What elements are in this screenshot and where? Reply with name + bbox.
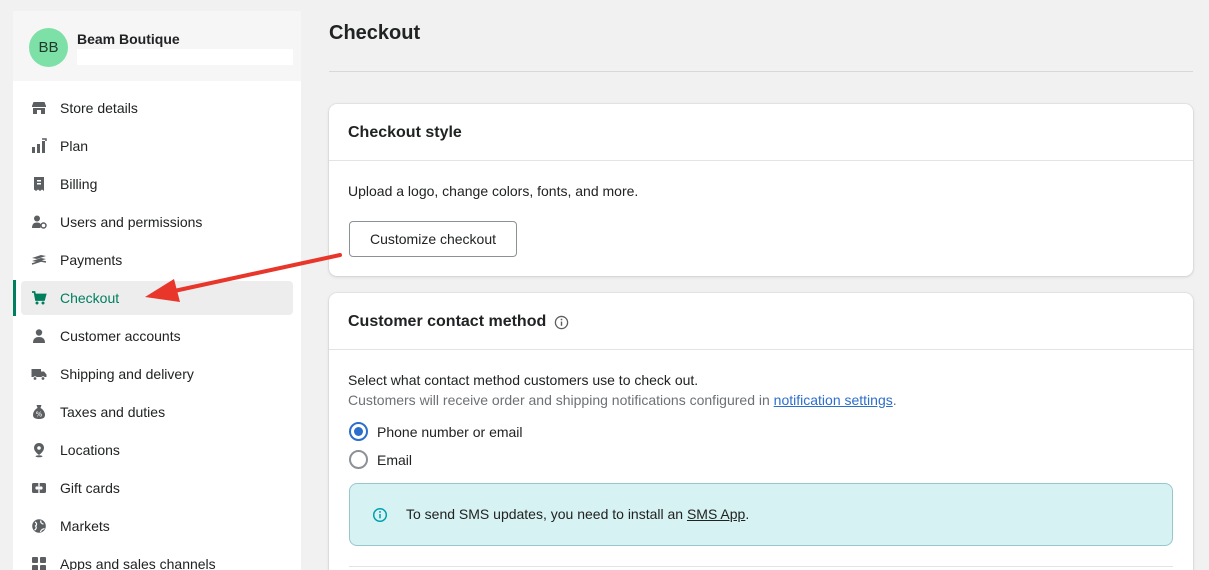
location-icon	[31, 442, 47, 458]
sidebar-item-label: Checkout	[60, 290, 120, 306]
sidebar-item-label: Taxes and duties	[60, 404, 166, 420]
payments-icon	[31, 252, 47, 268]
globe-icon	[31, 518, 47, 534]
sidebar-item-label: Billing	[60, 176, 98, 192]
sidebar-item-label: Store details	[60, 100, 138, 116]
sidebar-item-label: Users and permissions	[60, 214, 203, 230]
sidebar-item-label: Gift cards	[60, 480, 120, 496]
sidebar-item-label: Markets	[60, 518, 110, 534]
users-icon	[31, 214, 47, 230]
sidebar-item-label: Customer accounts	[60, 328, 181, 344]
taxes-icon: %	[31, 404, 47, 420]
sidebar-item-label: Payments	[60, 252, 123, 268]
store-icon	[31, 100, 47, 116]
person-icon	[31, 328, 47, 344]
sidebar-item-label: Shipping and delivery	[60, 366, 194, 382]
cart-icon	[31, 290, 47, 306]
sidebar-item-label: Locations	[60, 442, 120, 458]
plan-icon	[31, 138, 47, 154]
annotation-arrow	[145, 253, 342, 302]
gift-card-icon	[31, 480, 47, 496]
arrow-head	[145, 279, 180, 302]
sidebar-item-label: Apps and sales channels	[60, 556, 216, 570]
truck-icon	[31, 366, 47, 382]
apps-icon	[31, 556, 47, 570]
arrow-shaft	[163, 253, 342, 295]
sidebar-item-label: Plan	[60, 138, 89, 154]
svg-text:%: %	[36, 411, 43, 419]
billing-icon	[31, 176, 47, 192]
